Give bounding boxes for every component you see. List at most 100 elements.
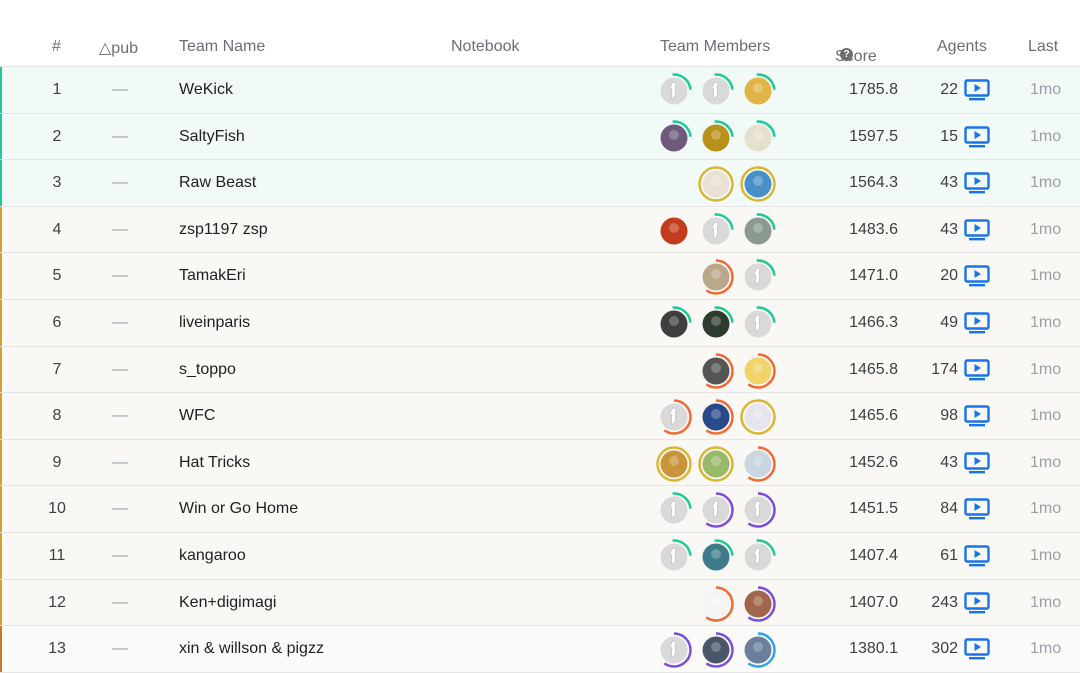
team-name-cell[interactable]: xin & willson & pigzz: [179, 640, 324, 658]
member-avatar[interactable]: [656, 306, 692, 342]
agents-count-cell: 20: [940, 267, 958, 285]
member-avatar[interactable]: [656, 492, 692, 529]
play-episode-icon[interactable]: [964, 405, 990, 427]
rank-column-header[interactable]: #: [52, 38, 61, 56]
play-episode-icon[interactable]: [964, 358, 990, 381]
leaderboard-row[interactable]: 8 — WFC 1465.6 98 1mo: [0, 393, 1080, 440]
leaderboard-row[interactable]: 6 — liveinparis 1466.3 49 1mo: [0, 299, 1080, 347]
team-name-cell[interactable]: TamakEri: [179, 267, 246, 285]
member-avatar[interactable]: [740, 213, 776, 249]
member-avatar[interactable]: [698, 446, 734, 482]
member-avatar[interactable]: [656, 119, 692, 156]
member-avatar[interactable]: [656, 632, 692, 668]
play-episode-icon[interactable]: [964, 452, 990, 474]
leaderboard-row[interactable]: 4 — zsp1197 zsp 1483.6 43 1mo: [0, 206, 1080, 254]
member-avatar[interactable]: [740, 585, 776, 622]
member-avatar[interactable]: [698, 259, 734, 296]
member-avatar[interactable]: [698, 585, 734, 622]
play-episode-icon[interactable]: [964, 591, 990, 614]
member-avatar[interactable]: [698, 492, 734, 529]
member-avatar[interactable]: [656, 399, 692, 435]
member-avatar[interactable]: [656, 213, 692, 249]
member-avatar[interactable]: [698, 352, 734, 389]
team-members-avatars: [698, 585, 776, 622]
delta-public-cell: —: [112, 220, 128, 238]
member-avatar[interactable]: [740, 492, 776, 529]
member-avatar[interactable]: [656, 539, 692, 575]
member-avatar[interactable]: [740, 73, 776, 109]
play-episode-icon[interactable]: [964, 172, 990, 194]
leaderboard-row[interactable]: 5 — TamakEri 1471.0 20 1mo: [0, 253, 1080, 300]
rank-cell: 4: [52, 220, 62, 238]
team-name-cell[interactable]: liveinparis: [179, 314, 250, 332]
last-column-header[interactable]: Last: [1028, 38, 1058, 56]
member-avatar[interactable]: [740, 352, 776, 389]
team-members-avatars: [656, 539, 776, 575]
leaderboard-row[interactable]: 1 — WeKick 1785.8 22 1mo: [0, 67, 1080, 114]
leaderboard-row[interactable]: 11 — kangaroo 1407.4 61 1mo: [0, 532, 1080, 580]
rank-cell: 9: [52, 453, 62, 471]
play-episode-icon[interactable]: [964, 265, 990, 287]
team-members-avatars: [656, 492, 776, 529]
member-avatar[interactable]: [740, 539, 776, 575]
delta-public-cell: —: [112, 174, 128, 192]
member-avatar[interactable]: [698, 73, 734, 109]
leaderboard-row[interactable]: 7 — s_toppo 1465.8 174 1mo: [0, 346, 1080, 394]
rank-cell: 8: [52, 407, 62, 425]
member-avatar[interactable]: [740, 446, 776, 482]
team-name-cell[interactable]: s_toppo: [179, 361, 236, 379]
play-episode-icon[interactable]: [964, 219, 990, 241]
team-name-cell[interactable]: WeKick: [179, 81, 233, 99]
member-avatar[interactable]: [698, 306, 734, 342]
delta-public-cell: —: [112, 453, 128, 471]
member-avatar[interactable]: [698, 399, 734, 435]
play-episode-icon[interactable]: [964, 545, 990, 567]
leaderboard-row[interactable]: 3 — Raw Beast 1564.3 43 1mo: [0, 160, 1080, 207]
last-submission-cell: 1mo: [1030, 81, 1062, 98]
member-avatar[interactable]: [698, 632, 734, 668]
delta-public-cell: —: [112, 127, 128, 145]
team-name-cell[interactable]: Raw Beast: [179, 174, 256, 192]
member-avatar[interactable]: [740, 306, 776, 342]
team-name-cell[interactable]: Ken+digimagi: [179, 594, 276, 612]
agents-column-header[interactable]: Agents: [937, 38, 987, 56]
member-avatar[interactable]: [698, 213, 734, 249]
leaderboard: # △pub Team Name Notebook Team Members S…: [0, 0, 1080, 673]
member-avatar[interactable]: [740, 399, 776, 435]
member-avatar[interactable]: [740, 119, 776, 156]
last-submission-cell: 1mo: [1030, 360, 1062, 378]
play-episode-icon[interactable]: [964, 498, 990, 520]
member-avatar[interactable]: [740, 166, 776, 202]
leaderboard-row[interactable]: 2 — SaltyFish 1597.5 15 1mo: [0, 113, 1080, 161]
score-cell: 1451.5: [849, 500, 898, 518]
team-name-cell[interactable]: zsp1197 zsp: [179, 221, 268, 239]
team-name-cell[interactable]: Win or Go Home: [179, 500, 298, 518]
leaderboard-row[interactable]: 12 — Ken+digimagi 1407.0 243 1mo: [0, 579, 1080, 627]
team-name-cell[interactable]: WFC: [179, 407, 215, 425]
last-submission-cell: 1mo: [1030, 220, 1062, 238]
member-avatar[interactable]: [698, 119, 734, 156]
member-avatar[interactable]: [698, 539, 734, 575]
question-circle-icon[interactable]: ?: [840, 48, 853, 61]
leaderboard-row[interactable]: 10 — Win or Go Home 1451.5 84 1mo: [0, 486, 1080, 533]
agents-count-cell: 43: [940, 220, 958, 238]
team-name-cell[interactable]: SaltyFish: [179, 128, 245, 146]
member-avatar[interactable]: [740, 259, 776, 296]
team-name-cell[interactable]: kangaroo: [179, 547, 246, 565]
member-avatar[interactable]: [740, 632, 776, 668]
play-episode-icon[interactable]: [964, 638, 990, 660]
member-avatar[interactable]: [656, 73, 692, 109]
leaderboard-row[interactable]: 13 — xin & willson & pigzz 1380.1 302 1mo: [0, 626, 1080, 673]
member-avatar[interactable]: [656, 446, 692, 482]
rank-cell: 10: [48, 500, 66, 518]
delta-public-column-header[interactable]: △pub: [99, 38, 138, 58]
play-episode-icon[interactable]: [964, 79, 990, 101]
member-avatar[interactable]: [698, 166, 734, 202]
team-name-cell[interactable]: Hat Tricks: [179, 454, 250, 472]
play-episode-icon[interactable]: [964, 312, 990, 334]
leaderboard-row[interactable]: 9 — Hat Tricks 1452.6 43 1mo: [0, 439, 1080, 487]
score-cell: 1597.5: [849, 127, 898, 145]
play-episode-icon[interactable]: [964, 125, 990, 148]
notebook-column-header: Notebook: [451, 38, 520, 55]
team-name-column-header[interactable]: Team Name: [179, 38, 265, 56]
